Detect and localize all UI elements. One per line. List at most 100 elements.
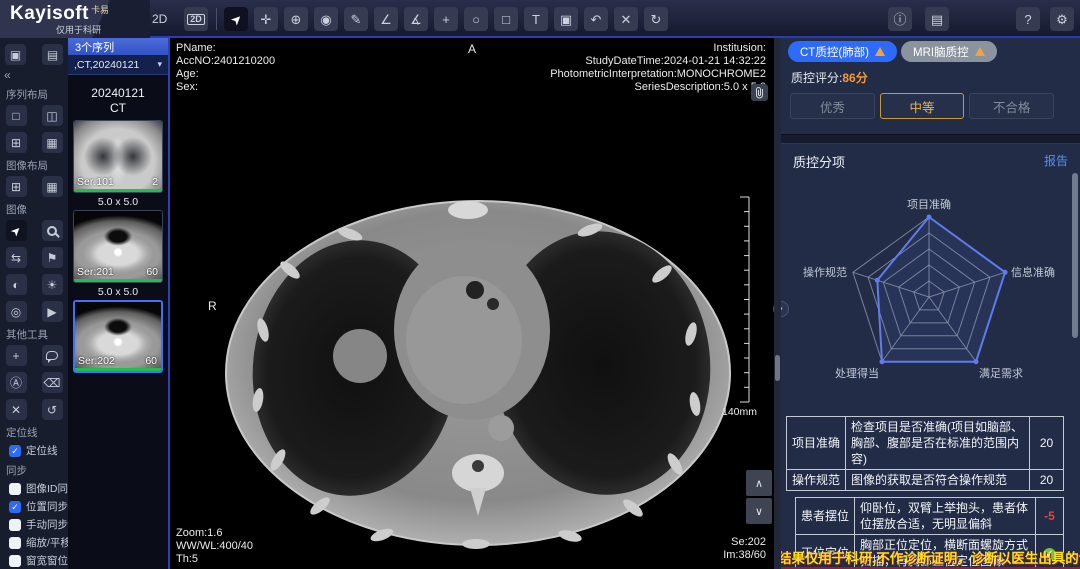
image-cursor-button[interactable]: ➤ (6, 220, 27, 241)
tool-add-button[interactable]: + (6, 345, 27, 366)
tool-annotation-button[interactable]: Ⓐ (6, 372, 27, 393)
settings-button[interactable]: ⚙ (1050, 7, 1074, 31)
series-dropdown[interactable]: ,CT,20240121 ▾ (68, 55, 168, 75)
checkbox-option[interactable]: 窗宽窗位 (9, 553, 68, 568)
series-layout-3x3-button[interactable]: ▦ (42, 132, 63, 153)
disclaimer-marquee: 结果仅用于科研,不作诊断证明，诊断以医生出具的诊断 (778, 550, 1080, 567)
save-button[interactable]: ▤ (925, 7, 949, 31)
delete-annotation-button[interactable]: ✕ (614, 7, 638, 31)
sync-options: 图像ID同步 ✓位置同步手动同步缩放/平移窗宽窗位 (0, 481, 68, 568)
qc-item-name: 项目准确 (787, 417, 846, 470)
checkbox-option[interactable]: 图像ID同步 (9, 481, 68, 496)
checkbox-option[interactable]: ✓ 定位线 (9, 443, 68, 458)
image-viewport[interactable]: PName:AccNO:2401210200Age:Sex: A Institu… (170, 38, 774, 569)
checkbox-label: 定位线 (26, 443, 58, 458)
image-flip-button[interactable]: ⇆ (6, 247, 27, 268)
qc-tab-inactive[interactable]: MRI脑质控 (901, 41, 997, 62)
structured-report-button[interactable]: ▤ (42, 44, 63, 65)
checkbox-icon[interactable] (9, 519, 21, 531)
penalty-score: -5 (1044, 509, 1055, 523)
ruler-scale-label: 140mm (722, 406, 757, 418)
tool-eraser-button[interactable]: ⌫ (42, 372, 63, 393)
image-invert-icon: ◐ (12, 279, 19, 291)
image-layout-3x3-icon: ▦ (46, 181, 57, 193)
stack-scrollbar-thumb[interactable] (775, 355, 780, 381)
checkbox-option[interactable]: 手动同步 (9, 517, 68, 532)
checkbox-icon[interactable] (9, 555, 21, 567)
pan-button[interactable]: ✛ (254, 7, 278, 31)
grade-button[interactable]: 优秀 (790, 93, 875, 119)
orientation-marker-anterior: A (468, 43, 476, 56)
scale-ruler (734, 195, 756, 405)
zoom-in-button[interactable]: ⊕ (284, 7, 308, 31)
rect-roi-button[interactable]: □ (494, 7, 518, 31)
info-button[interactable]: ⓘ (888, 7, 912, 31)
cobb-angle-button[interactable]: ∡ (404, 7, 428, 31)
undo-button[interactable]: ↶ (584, 7, 608, 31)
checkbox-option[interactable]: 缩放/平移 (9, 535, 68, 550)
paperclip-icon (754, 86, 765, 99)
svg-text:操作规范: 操作规范 (803, 265, 847, 279)
overlay-line: StudyDateTime:2024-01-21 14:32:22 (550, 55, 766, 68)
qc-tables: 项目准确检查项目是否准确(项目如脑部、胸部、腹部是否在标准的范围内容)20操作规… (786, 416, 1064, 569)
series-layout-1x2-icon: ◫ (46, 110, 57, 122)
qc-panel-scrollbar-thumb[interactable] (1072, 173, 1078, 338)
stack-scroll-up-button[interactable]: ∧ (746, 470, 772, 496)
series-thumbnail[interactable]: Ser:20260 (73, 300, 163, 373)
overlay-bottom-left: Zoom:1.6WW/WL:400/40Th:5 (176, 527, 253, 566)
point-mark-button[interactable]: + (434, 7, 458, 31)
series-group-header[interactable]: 20240121 CT (68, 75, 168, 115)
layout-2d-button[interactable]: 2D (184, 7, 208, 31)
checkbox-icon[interactable] (9, 537, 21, 549)
image-play-button[interactable]: ▶ (42, 301, 63, 322)
grade-button[interactable]: 中等 (880, 93, 965, 119)
stack-scrollbar[interactable] (774, 38, 781, 569)
series-thumbnail[interactable]: Ser:20160 (73, 210, 163, 283)
cursor-button[interactable]: ➤ (224, 7, 248, 31)
measure-pencil-button[interactable]: ✎ (344, 7, 368, 31)
tool-reset-button[interactable]: ↺ (42, 399, 63, 420)
series-layout-2x2-button[interactable]: ⊞ (6, 132, 27, 153)
image-target-button[interactable]: ◎ (6, 301, 27, 322)
overlay-line: PName: (176, 42, 275, 55)
checkbox-option[interactable]: ✓位置同步 (9, 499, 68, 514)
series-layout-1x1-button[interactable]: □ (6, 105, 27, 126)
image-magnify-button[interactable] (42, 220, 63, 241)
tool-add-icon: + (12, 350, 19, 362)
sidebar-section-title: 图像 (6, 202, 68, 217)
image-layout-2x2-button[interactable]: ⊞ (6, 176, 27, 197)
checkbox-icon[interactable]: ✓ (9, 501, 21, 513)
series-thumbnail[interactable]: Ser:101 2 (73, 120, 163, 193)
thumbnail-image-count: 2 (152, 176, 158, 188)
image-brightness-button[interactable]: ☀ (42, 274, 63, 295)
tool-eraser-icon: ⌫ (44, 377, 61, 389)
ellipse-roi-button[interactable]: ○ (464, 7, 488, 31)
qc-tabs: CT质控(肺部)MRI脑质控 (788, 41, 997, 62)
stack-scroll-down-button[interactable]: ∨ (746, 498, 772, 524)
angle-button[interactable]: ∠ (374, 7, 398, 31)
qc-tab-active[interactable]: CT质控(肺部) (788, 41, 897, 62)
cine-button[interactable]: ▣ (554, 7, 578, 31)
help-button[interactable]: ? (1016, 7, 1040, 31)
image-flag-button[interactable]: ⚑ (42, 247, 63, 268)
qc-subitem-score: -5 (1036, 498, 1064, 535)
checkbox-icon[interactable] (9, 483, 21, 495)
svg-text:满足需求: 满足需求 (979, 367, 1023, 380)
grade-button[interactable]: 不合格 (969, 93, 1054, 119)
text-annotation-button[interactable]: T (524, 7, 548, 31)
tool-delete-button[interactable]: ✕ (6, 399, 27, 420)
thumbnail-series-number: Ser:101 (77, 176, 114, 188)
series-size-label: 5.0 x 5.0 (68, 196, 168, 208)
image-layout-3x3-button[interactable]: ▦ (42, 176, 63, 197)
checkbox-icon[interactable]: ✓ (9, 445, 21, 457)
sidebar-collapse-button[interactable]: « (4, 68, 68, 82)
series-layout-1x2-button[interactable]: ◫ (42, 105, 63, 126)
attachment-button[interactable] (751, 84, 768, 101)
image-invert-button[interactable]: ◐ (6, 274, 27, 295)
series-browser-button[interactable]: ▣ (5, 44, 26, 65)
structured-report-icon: ▤ (47, 49, 58, 61)
sidebar-tool-grid: ⊞▦ (0, 176, 68, 197)
window-level-button[interactable]: ◉ (314, 7, 338, 31)
tool-comment-button[interactable] (42, 345, 63, 366)
reset-view-button[interactable]: ↻ (644, 7, 668, 31)
